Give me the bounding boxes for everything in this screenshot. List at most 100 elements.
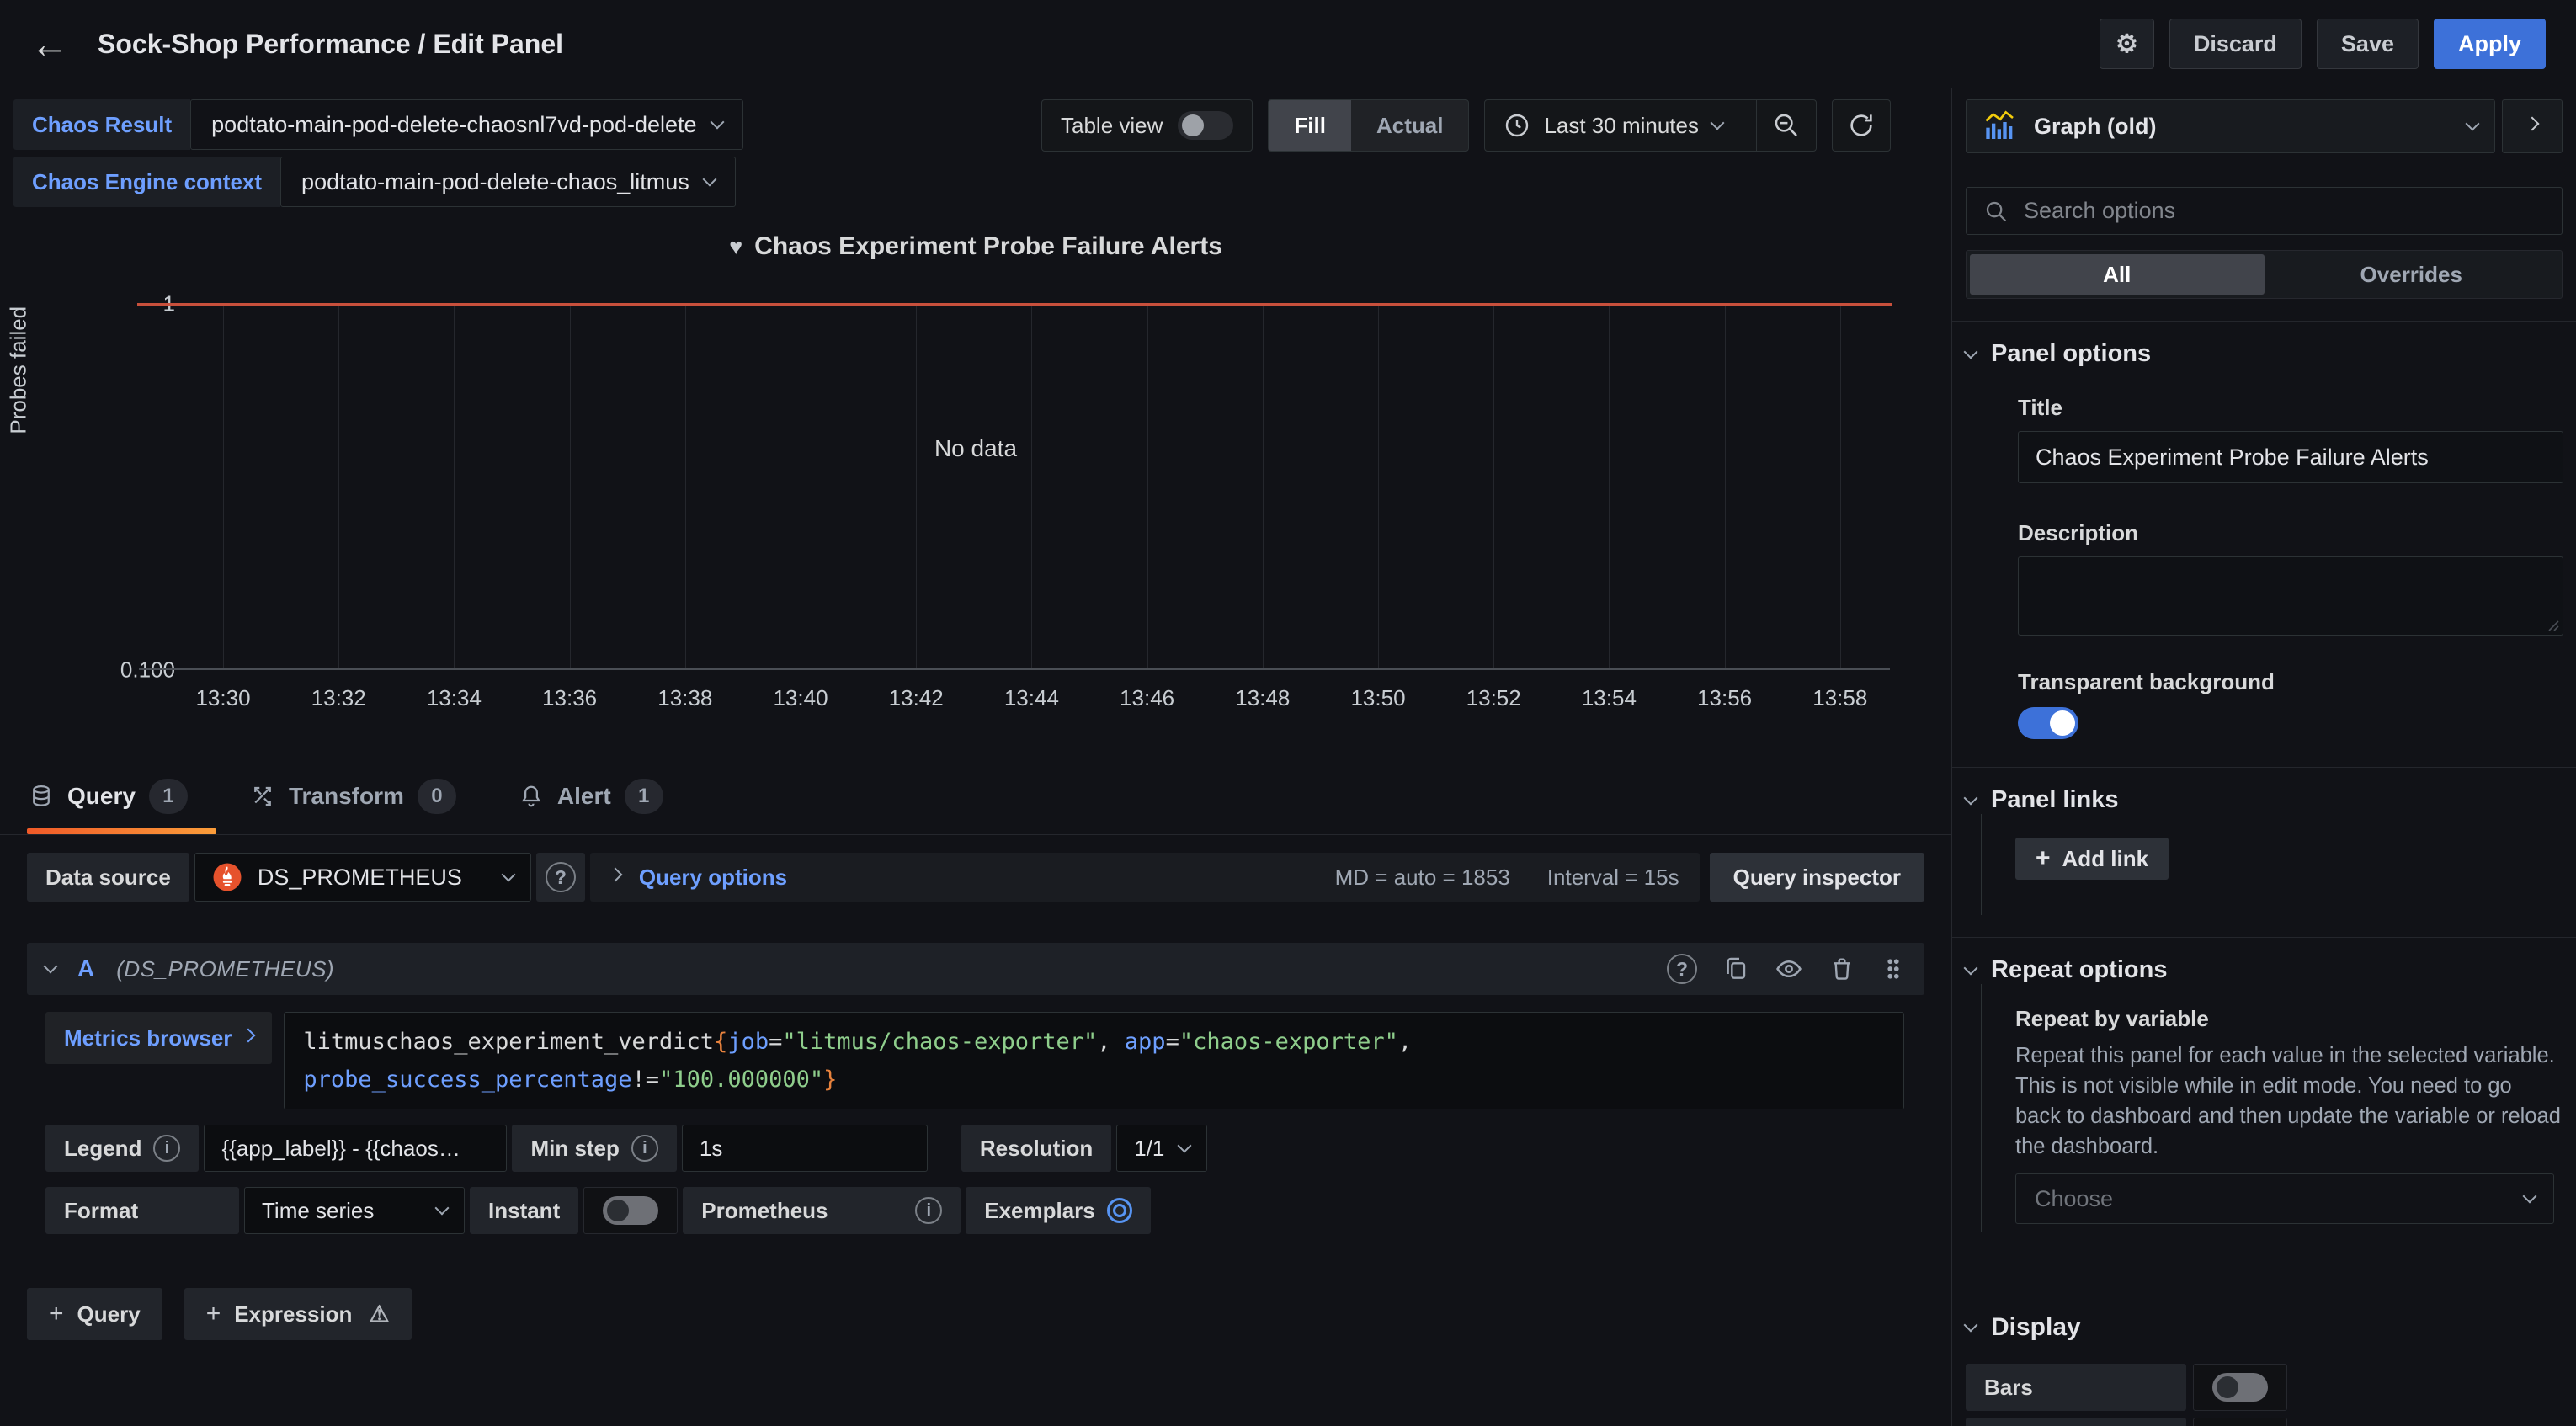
bars-toggle-box (2193, 1364, 2287, 1411)
drag-handle-icon[interactable] (1881, 956, 1906, 982)
panel-header[interactable]: ♥Chaos Experiment Probe Failure Alerts (13, 232, 1938, 261)
plus-icon: + (2036, 844, 2051, 873)
add-link-button[interactable]: + Add link (2015, 838, 2169, 880)
query-card-a: A (DS_PROMETHEUS) ? (27, 943, 1924, 1234)
no-data-message: No data (13, 435, 1938, 462)
gridline (1031, 305, 1032, 670)
query-options-row-2: Format Time series Instant Prometheus i (27, 1187, 1924, 1234)
exemplars-target-icon[interactable] (1107, 1198, 1132, 1223)
promql-token-label: probe_success_percentage (303, 1067, 631, 1093)
toggle-viz-picker-button[interactable] (2502, 99, 2563, 153)
fill-option[interactable]: Fill (1269, 100, 1351, 151)
tab-label: Transform (289, 783, 404, 810)
transparent-bg-label: Transparent background (2018, 669, 2563, 695)
panel-title-input[interactable] (2018, 431, 2563, 483)
transparent-bg-toggle[interactable] (2018, 707, 2078, 739)
refresh-icon (1848, 112, 1875, 139)
x-axis-line (139, 668, 1890, 670)
title-field-label: Title (2018, 395, 2563, 421)
section-header-label: Panel options (1991, 340, 2151, 368)
gridline (1609, 305, 1610, 670)
edit-panel-main: Chaos Result podtato-main-pod-delete-cha… (0, 88, 1951, 1426)
metrics-browser-label: Metrics browser (64, 1025, 232, 1051)
promql-token-label: job (727, 1029, 769, 1055)
database-icon (29, 784, 54, 809)
plot-area[interactable] (139, 303, 1890, 670)
metrics-browser-button[interactable]: Metrics browser (45, 1012, 272, 1064)
repeat-variable-select[interactable]: Choose (2015, 1173, 2554, 1224)
chevron-down-icon (2466, 117, 2480, 131)
legend-input[interactable]: {{app_label}} - {{chaos… (204, 1125, 507, 1172)
actual-option[interactable]: Actual (1351, 100, 1468, 151)
variable-value-dropdown[interactable]: podtato-main-pod-delete-chaosnl7vd-pod-d… (190, 99, 742, 150)
data-source-select[interactable]: DS_PROMETHEUS (194, 853, 531, 902)
back-arrow-icon[interactable]: ← (30, 24, 69, 63)
section-header-label: Repeat options (1991, 956, 2167, 984)
alert-heart-icon: ♥ (729, 234, 742, 259)
bars-toggle[interactable] (2212, 1373, 2268, 1402)
tab-overrides[interactable]: Overrides (2265, 254, 2559, 295)
add-query-label: Query (77, 1301, 141, 1328)
query-header[interactable]: A (DS_PROMETHEUS) ? (27, 943, 1924, 995)
chevron-down-icon (1711, 116, 1725, 130)
query-body: Metrics browser litmuschaos_experiment_v… (27, 1012, 1924, 1109)
x-tick-label: 13:54 (1582, 685, 1637, 711)
promql-token-string: "chaos-exporter" (1179, 1029, 1398, 1055)
table-view-toggle[interactable] (1178, 111, 1233, 140)
tab-all[interactable]: All (1970, 254, 2265, 295)
time-range-picker[interactable]: Last 30 minutes (1485, 100, 1741, 151)
data-source-help-button[interactable]: ? (536, 853, 585, 902)
exemplars-chip: Exemplars (966, 1187, 1151, 1234)
section-display[interactable]: Display (1966, 1313, 2563, 1342)
info-icon: i (153, 1135, 180, 1162)
panel-settings-button[interactable]: ⚙ (2100, 19, 2154, 69)
disable-eye-icon[interactable] (1775, 955, 1803, 983)
tab-alert[interactable]: Alert 1 (517, 779, 670, 834)
promql-expression-input[interactable]: litmuschaos_experiment_verdict{job="litm… (284, 1012, 1904, 1109)
visualization-row: Graph (old) (1966, 99, 2563, 153)
zoom-out-time-button[interactable] (1756, 100, 1816, 151)
min-step-input[interactable]: 1s (682, 1125, 928, 1172)
query-inspector-button[interactable]: Query inspector (1710, 853, 1924, 902)
tab-query[interactable]: Query 1 (27, 779, 194, 834)
editor-tabs: Query 1 Transform 0 Alert 1 (0, 763, 1951, 835)
query-options-link[interactable]: Query options (639, 865, 787, 891)
discard-button[interactable]: Discard (2169, 19, 2302, 69)
instant-toggle[interactable] (603, 1196, 658, 1225)
min-step-label: Min step (530, 1136, 619, 1162)
refresh-button[interactable] (1832, 99, 1891, 152)
visualization-picker[interactable]: Graph (old) (1966, 99, 2495, 153)
tab-count-badge: 0 (418, 779, 456, 814)
resolution-value: 1/1 (1134, 1136, 1164, 1162)
variable-value-dropdown[interactable]: podtato-main-pod-delete-chaos_litmus (280, 157, 736, 207)
save-button[interactable]: Save (2317, 19, 2419, 69)
help-icon[interactable]: ? (1667, 954, 1697, 984)
grafana-edit-panel: ← Sock-Shop Performance / Edit Panel ⚙ D… (0, 0, 2576, 1426)
chevron-down-icon (1964, 960, 1978, 975)
add-query-button[interactable]: + Query (27, 1288, 162, 1340)
chevron-right-icon (2525, 117, 2540, 131)
view-controls: Table view Fill Actual Last 30 minutes (1041, 99, 1891, 152)
section-panel-options[interactable]: Panel options (1966, 340, 2563, 368)
tab-transform[interactable]: Transform 0 (248, 779, 463, 834)
promql-token-op: , (1097, 1029, 1125, 1055)
chevron-down-icon (1964, 790, 1978, 805)
section-panel-links[interactable]: Panel links (1966, 786, 2563, 814)
x-tick-label: 13:42 (889, 685, 944, 711)
panel-description-textarea[interactable] (2018, 556, 2563, 636)
gridline (338, 305, 339, 670)
format-select[interactable]: Time series (244, 1187, 465, 1234)
gridline (1263, 305, 1264, 670)
search-options-input[interactable] (2024, 198, 2545, 224)
chevron-down-icon (702, 173, 716, 187)
duplicate-icon[interactable] (1722, 955, 1749, 982)
resize-handle-icon[interactable] (2546, 618, 2559, 631)
x-tick-label: 13:36 (542, 685, 597, 711)
promql-token-op: != (632, 1067, 660, 1093)
section-repeat-options[interactable]: Repeat options (1966, 956, 2563, 984)
x-tick-label: 13:52 (1466, 685, 1521, 711)
resolution-select[interactable]: 1/1 (1116, 1125, 1207, 1172)
apply-button[interactable]: Apply (2434, 19, 2546, 69)
trash-icon[interactable] (1828, 955, 1855, 982)
add-expression-button[interactable]: + Expression ⚠ (184, 1288, 412, 1340)
